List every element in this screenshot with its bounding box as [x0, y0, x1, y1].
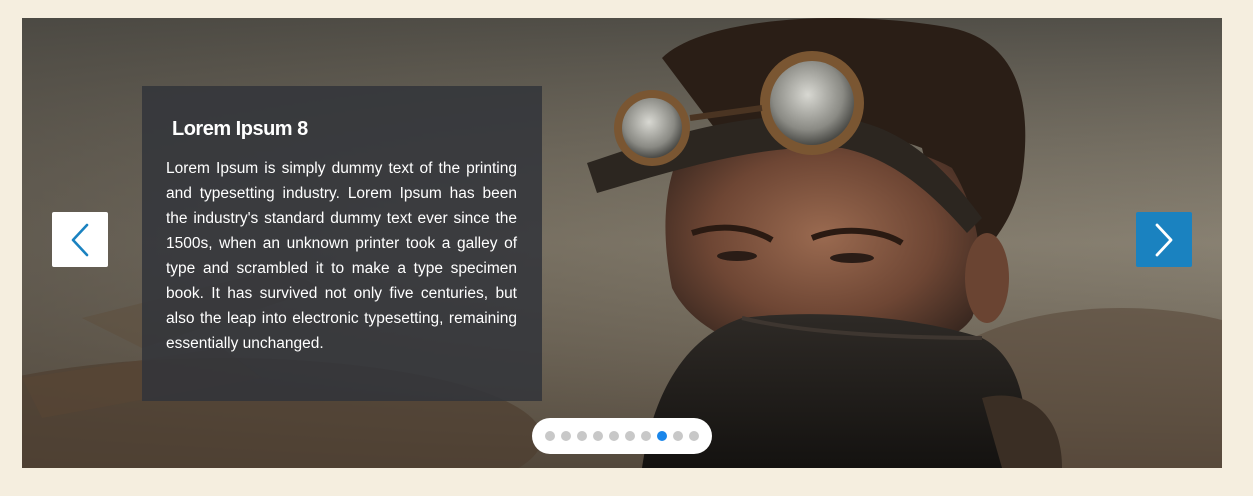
pager-dot[interactable] [577, 431, 587, 441]
slide-caption: Lorem Ipsum 8 Lorem Ipsum is simply dumm… [142, 86, 542, 401]
slide-title: Lorem Ipsum 8 [172, 118, 308, 140]
slide-pager [532, 418, 712, 454]
pager-dot[interactable] [561, 431, 571, 441]
chevron-right-icon [1155, 223, 1173, 256]
slide-description: Lorem Ipsum is simply dummy text of the … [166, 160, 517, 352]
pager-dot[interactable] [545, 431, 555, 441]
pager-dot[interactable] [689, 431, 699, 441]
pager-dot-active[interactable] [657, 431, 667, 441]
pager-dot[interactable] [641, 431, 651, 441]
chevron-left-icon [71, 223, 89, 256]
next-slide-button[interactable] [1136, 212, 1192, 267]
pager-dot[interactable] [673, 431, 683, 441]
pager-dot[interactable] [625, 431, 635, 441]
pager-dot[interactable] [593, 431, 603, 441]
previous-slide-button[interactable] [52, 212, 108, 267]
image-slider[interactable]: Lorem Ipsum 8 Lorem Ipsum is simply dumm… [22, 18, 1222, 468]
pager-dot[interactable] [609, 431, 619, 441]
